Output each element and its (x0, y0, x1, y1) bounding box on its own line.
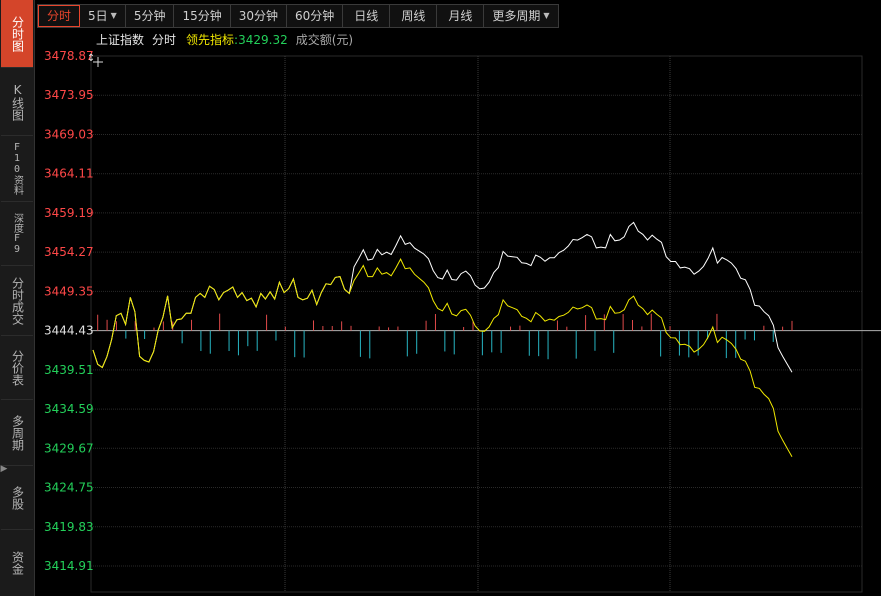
y-tick-label: 3449.35 (44, 284, 94, 298)
y-tick-label: 3454.27 (44, 245, 94, 259)
y-tick-label: 3459.19 (44, 206, 94, 220)
y-tick-label: 3464.11 (44, 167, 94, 181)
y-tick-label: 3434.59 (44, 402, 94, 416)
chart-grid (90, 55, 881, 593)
y-tick-label: 3469.03 (44, 127, 94, 141)
y-tick-label: 3414.91 (44, 559, 94, 573)
y-tick-label: 3424.75 (44, 481, 94, 495)
price-lines (92, 221, 793, 458)
timeshare-chart[interactable]: 3478.873473.953469.033464.113459.193454.… (0, 0, 881, 596)
leading-indicator-line (92, 257, 793, 458)
price-line (92, 221, 793, 373)
y-tick-label: 3473.95 (44, 88, 94, 102)
y-tick-label: 3419.83 (44, 520, 94, 534)
plot-frame (90, 55, 863, 593)
volume-bars (97, 313, 793, 360)
price-axis: 3478.873473.953469.033464.113459.193454.… (44, 49, 94, 573)
svg-text:↕: ↕ (87, 53, 95, 64)
axis-drag-icon[interactable]: ↕ (87, 53, 95, 64)
y-tick-label: 3444.43 (44, 324, 94, 338)
y-tick-label: 3429.67 (44, 441, 94, 455)
y-tick-label: 3439.51 (44, 363, 94, 377)
